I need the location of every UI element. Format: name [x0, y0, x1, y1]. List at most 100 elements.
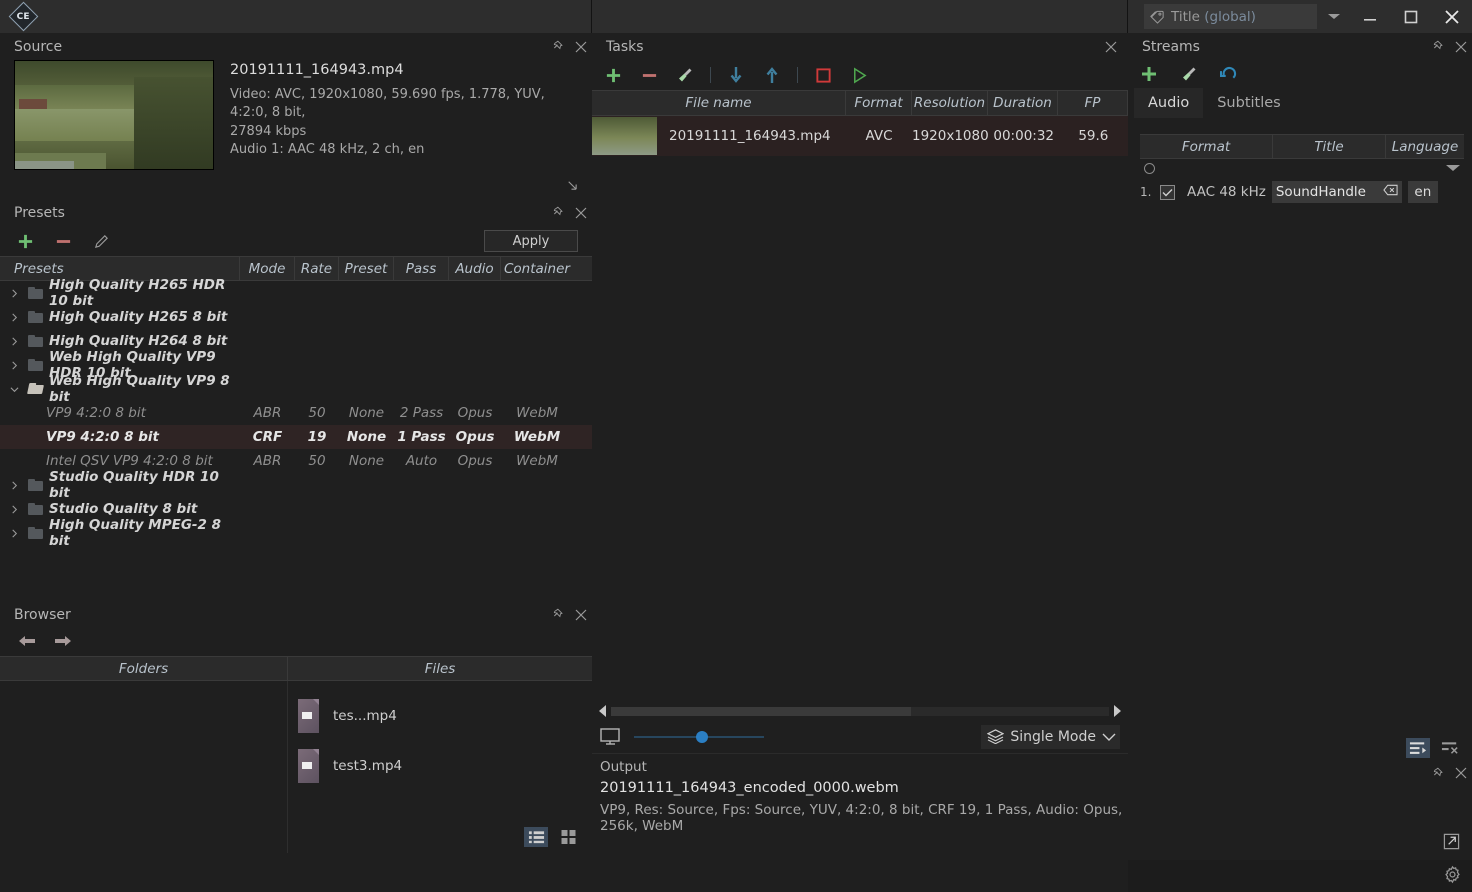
preset-row[interactable]: VP9 4:2:0 8 bit ABR 50 None 2 Pass Opus WebM — [0, 401, 592, 425]
chevron-down-icon[interactable] — [1446, 165, 1460, 171]
preset-row[interactable]: Studio Quality HDR 10 bit — [0, 469, 592, 501]
stream-language-input[interactable]: en — [1407, 181, 1438, 203]
presets-col-audio[interactable]: Audio — [449, 257, 501, 280]
source-pin-button[interactable] — [548, 36, 570, 58]
clear-title-icon[interactable] — [1383, 184, 1398, 200]
browser-close-button[interactable] — [570, 604, 592, 626]
chevron-right-icon[interactable] — [6, 361, 22, 370]
browser-col-folders[interactable]: Folders — [0, 657, 288, 680]
browser-file-item[interactable]: tes...mp4 — [288, 691, 592, 741]
browser-file-item[interactable]: test3.mp4 — [288, 741, 592, 791]
settings-button[interactable] — [1443, 865, 1462, 888]
stream-row[interactable]: 1. AAC 48 kHz SoundHandle en — [1140, 179, 1464, 205]
streams-close-button[interactable] — [1450, 36, 1472, 58]
tasks-col-duration[interactable]: Duration — [988, 91, 1058, 115]
browser-back-button[interactable] — [16, 633, 38, 652]
secondary-close-button[interactable] — [1450, 762, 1472, 784]
chevron-right-icon[interactable] — [6, 529, 22, 538]
task-row[interactable]: 20191111_164943.mp4 AVC 1920x1080 00:00:32 5… — [592, 116, 1128, 156]
add-stream-button[interactable] — [1138, 63, 1160, 85]
secondary-pin-button[interactable] — [1428, 762, 1450, 784]
start-encoding-button[interactable] — [848, 64, 870, 86]
tasks-col-format[interactable]: Format — [846, 91, 912, 115]
browser-file-list: tes...mp4 test3.mp4 — [288, 691, 592, 791]
presets-col-container[interactable]: Container — [501, 257, 573, 280]
preset-row[interactable]: High Quality MPEG-2 8 bit — [0, 517, 592, 549]
browser-forward-button[interactable] — [52, 633, 74, 652]
apply-preset-button[interactable]: Apply — [484, 230, 578, 252]
preview-area[interactable] — [592, 156, 1128, 702]
maximize-icon — [1404, 10, 1417, 23]
streams-toolbar — [1128, 60, 1472, 88]
preset-row[interactable]: High Quality H265 HDR 10 bit — [0, 277, 592, 309]
select-all-radio[interactable] — [1144, 162, 1155, 174]
preset-group-label: High Quality H265 8 bit — [49, 309, 228, 325]
grid-view-button[interactable] — [556, 827, 580, 847]
clear-tasks-button[interactable] — [674, 64, 696, 86]
close-button[interactable] — [1431, 0, 1472, 33]
streams-pin-button[interactable] — [1428, 36, 1450, 58]
tasks-col-fps[interactable]: FP — [1058, 91, 1128, 115]
maximize-button[interactable] — [1390, 0, 1431, 33]
streams-col-format[interactable]: Format — [1140, 135, 1273, 158]
remove-stream-details-button[interactable] — [1438, 738, 1462, 758]
global-title-input[interactable]: Title (global) — [1144, 4, 1317, 29]
move-down-button[interactable] — [725, 64, 747, 86]
preview-zoom-slider[interactable] — [634, 729, 764, 745]
title-dropdown-button[interactable] — [1319, 4, 1349, 29]
arrow-right-icon — [55, 635, 71, 646]
presets-col-pass[interactable]: Pass — [394, 257, 449, 280]
streams-tab-subtitles[interactable]: Subtitles — [1203, 88, 1295, 118]
presets-close-button[interactable] — [570, 202, 592, 224]
clear-streams-button[interactable] — [1178, 63, 1200, 85]
chevron-down-icon[interactable] — [6, 385, 22, 394]
stop-encoding-button[interactable] — [812, 64, 834, 86]
browser-folders-pane[interactable] — [0, 681, 288, 853]
browser-col-files[interactable]: Files — [288, 657, 592, 680]
add-preset-button[interactable] — [14, 230, 36, 252]
open-external-button[interactable] — [1443, 833, 1460, 854]
presets-col-rate[interactable]: Rate — [295, 257, 339, 280]
preview-mode-selector[interactable]: Single Mode — [981, 724, 1120, 749]
tasks-close-button[interactable] — [1100, 36, 1122, 58]
source-expand-button[interactable] — [0, 170, 592, 195]
list-view-button[interactable] — [524, 827, 548, 847]
presets-col-mode[interactable]: Mode — [240, 257, 295, 280]
edit-preset-button[interactable] — [90, 230, 112, 252]
slider-handle[interactable] — [696, 730, 708, 743]
tasks-col-resolution[interactable]: Resolution — [912, 91, 988, 115]
scroll-right-arrow[interactable] — [1113, 702, 1122, 721]
presets-col-preset[interactable]: Preset — [339, 257, 394, 280]
add-task-button[interactable] — [602, 64, 624, 86]
preset-row[interactable]: Web High Quality VP9 8 bit — [0, 373, 592, 405]
stream-title-input[interactable]: SoundHandle — [1271, 181, 1402, 203]
chevron-right-icon[interactable] — [6, 337, 22, 346]
streams-col-title[interactable]: Title — [1273, 135, 1386, 158]
scroll-left-arrow[interactable] — [598, 702, 607, 721]
source-close-button[interactable] — [570, 36, 592, 58]
browser-pin-button[interactable] — [548, 604, 570, 626]
presets-pin-button[interactable] — [548, 202, 570, 224]
tag-icon — [1150, 9, 1165, 24]
chevron-right-icon[interactable] — [6, 481, 22, 490]
stream-enabled-checkbox[interactable] — [1160, 184, 1175, 200]
left-column: Source 20191111_164943.mp4 Video: AVC, 1… — [0, 33, 592, 892]
preview-horizontal-scrollbar[interactable] — [592, 702, 1128, 720]
reset-streams-button[interactable] — [1218, 63, 1240, 85]
move-up-button[interactable] — [761, 64, 783, 86]
remove-task-button[interactable] — [638, 64, 660, 86]
preset-row[interactable]: High Quality H265 8 bit — [0, 305, 592, 329]
streams-col-language[interactable]: Language — [1386, 135, 1464, 158]
streams-tab-audio[interactable]: Audio — [1134, 88, 1204, 118]
browser-files-pane[interactable]: tes...mp4 test3.mp4 — [288, 681, 592, 853]
show-stream-details-button[interactable] — [1406, 738, 1430, 758]
tasks-col-filename[interactable]: File name — [592, 91, 846, 115]
scrollbar-thumb[interactable] — [611, 706, 911, 716]
remove-preset-button[interactable] — [52, 230, 74, 252]
chevron-right-icon[interactable] — [6, 313, 22, 322]
pin-icon — [1433, 40, 1443, 50]
chevron-right-icon[interactable] — [6, 505, 22, 514]
minimize-button[interactable] — [1349, 0, 1390, 33]
preset-row[interactable]: VP9 4:2:0 8 bit CRF 19 None 1 Pass Opus WebM — [0, 425, 592, 449]
chevron-right-icon[interactable] — [6, 289, 22, 298]
